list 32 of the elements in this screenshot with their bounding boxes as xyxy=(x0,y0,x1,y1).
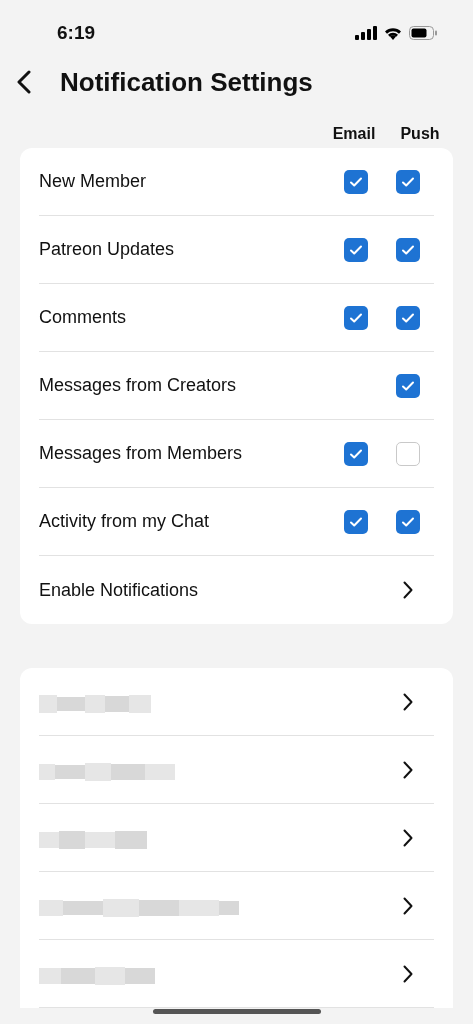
signal-icon xyxy=(355,26,377,40)
setting-label: Activity from my Chat xyxy=(39,510,211,533)
setting-label: New Member xyxy=(39,170,148,193)
checkbox[interactable] xyxy=(396,441,420,466)
column-header: Push xyxy=(399,124,441,140)
chevron-right-icon xyxy=(403,581,413,599)
checkbox[interactable] xyxy=(344,237,368,262)
chevron-right-icon xyxy=(403,692,413,711)
setting-label: Messages from Members xyxy=(39,442,244,465)
checkbox[interactable] xyxy=(344,169,368,194)
chevron-right-icon xyxy=(403,896,413,915)
checkbox[interactable] xyxy=(396,169,420,194)
checkbox[interactable] xyxy=(396,509,420,534)
checkbox[interactable] xyxy=(344,441,368,466)
chevron-right-icon xyxy=(403,964,413,983)
battery-icon xyxy=(409,26,437,40)
setting-label: Comments xyxy=(39,306,128,329)
checkbox[interactable] xyxy=(396,237,420,262)
setting-label: Enable Notifications xyxy=(39,578,200,602)
page-title: Notification Settings xyxy=(60,65,313,99)
checkbox[interactable] xyxy=(344,509,368,534)
wifi-icon xyxy=(383,25,403,41)
checkbox[interactable] xyxy=(344,305,368,330)
setting-label: Patreon Updates xyxy=(39,238,176,261)
status-time: 6:19 xyxy=(57,20,96,45)
chevron-right-icon xyxy=(403,760,413,779)
setting-label: Messages from Creators xyxy=(39,374,238,397)
checkbox[interactable] xyxy=(396,305,420,330)
chevron-right-icon xyxy=(403,828,413,847)
column-header: Email xyxy=(331,124,377,140)
back-icon[interactable] xyxy=(16,70,32,94)
checkbox[interactable] xyxy=(396,373,420,398)
